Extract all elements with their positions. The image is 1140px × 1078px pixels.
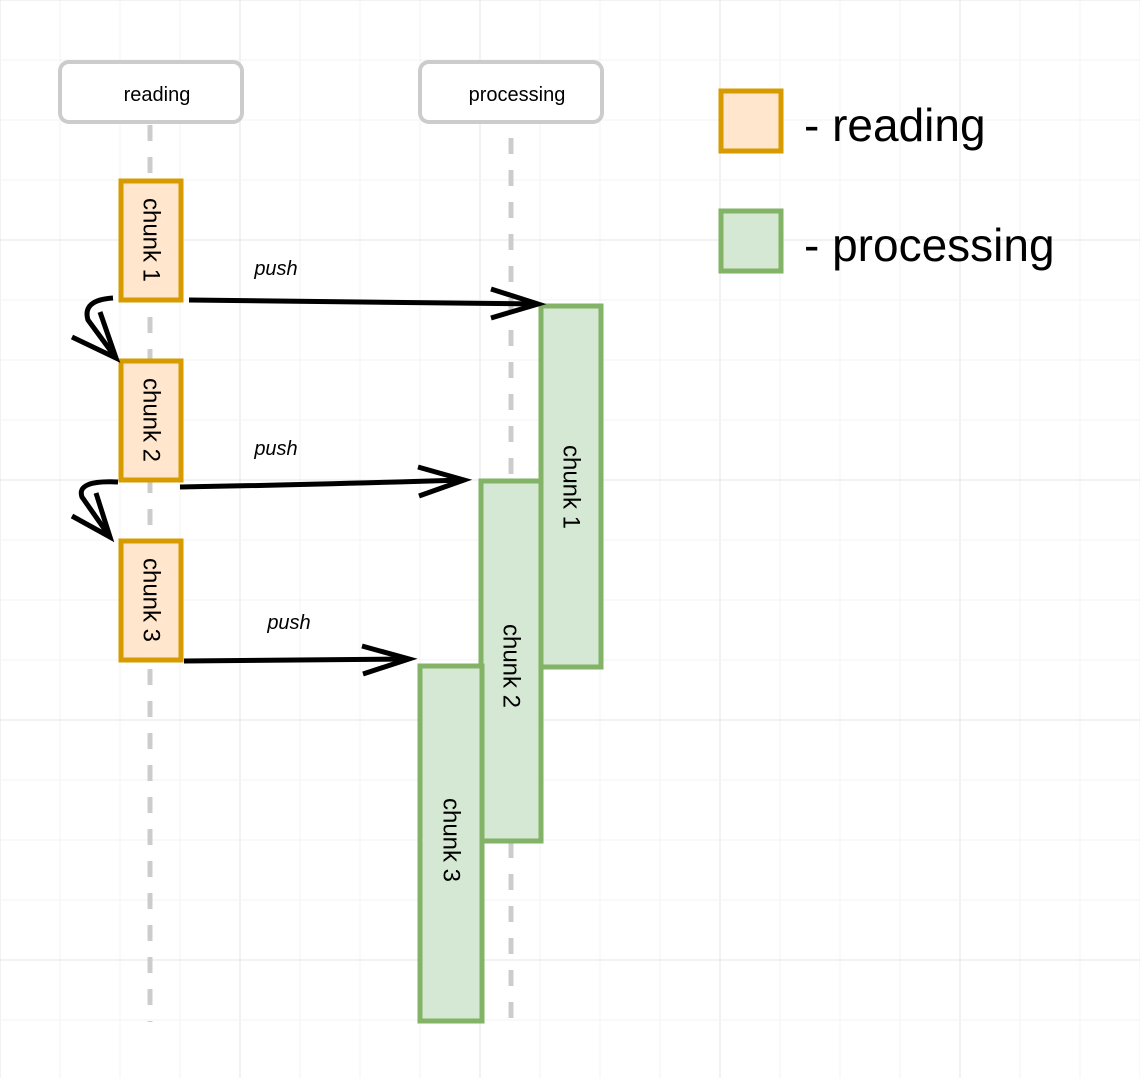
push-label-2: push (253, 438, 297, 460)
lane-processing[interactable]: processing (418, 60, 604, 124)
lane-processing-label: processing (469, 84, 566, 106)
reading-chunk-2-label: chunk 2 (138, 378, 165, 462)
lane-reading[interactable]: reading (58, 60, 244, 124)
push-label-1: push (253, 258, 297, 280)
legend-processing-swatch (718, 208, 784, 274)
push-label-3: push (266, 612, 310, 634)
push-arrow-1[interactable] (188, 286, 547, 321)
legend-reading-label: - reading (804, 99, 986, 151)
next-chunk-arrow-1[interactable] (70, 295, 121, 363)
processing-chunk-1-label: chunk 1 (558, 445, 585, 529)
processing-chunk-2[interactable]: chunk 2 (478, 478, 544, 844)
processing-chunk-1[interactable]: chunk 1 (538, 303, 604, 670)
legend-reading-swatch (718, 88, 784, 154)
reading-chunk-3-label: chunk 3 (138, 558, 165, 642)
legend: - reading - processing (718, 88, 1055, 274)
reading-chunk-1-label: chunk 1 (138, 198, 165, 282)
reading-chunk-1[interactable]: chunk 1 (118, 178, 184, 303)
legend-processing-label: - processing (804, 219, 1055, 271)
push-arrow-3[interactable] (183, 643, 418, 677)
push-arrow-2[interactable] (179, 464, 473, 499)
reading-chunk-2[interactable]: chunk 2 (118, 358, 184, 483)
next-chunk-arrow-2[interactable] (70, 479, 119, 543)
sequence-diagram: reading processing chunk 1 chunk 2 chunk… (0, 0, 1140, 1078)
processing-chunk-2-label: chunk 2 (498, 624, 525, 708)
processing-chunk-3-label: chunk 3 (438, 798, 465, 882)
lane-reading-label: reading (124, 84, 191, 106)
processing-chunk-3[interactable]: chunk 3 (417, 663, 485, 1024)
reading-chunk-3[interactable]: chunk 3 (118, 538, 184, 663)
